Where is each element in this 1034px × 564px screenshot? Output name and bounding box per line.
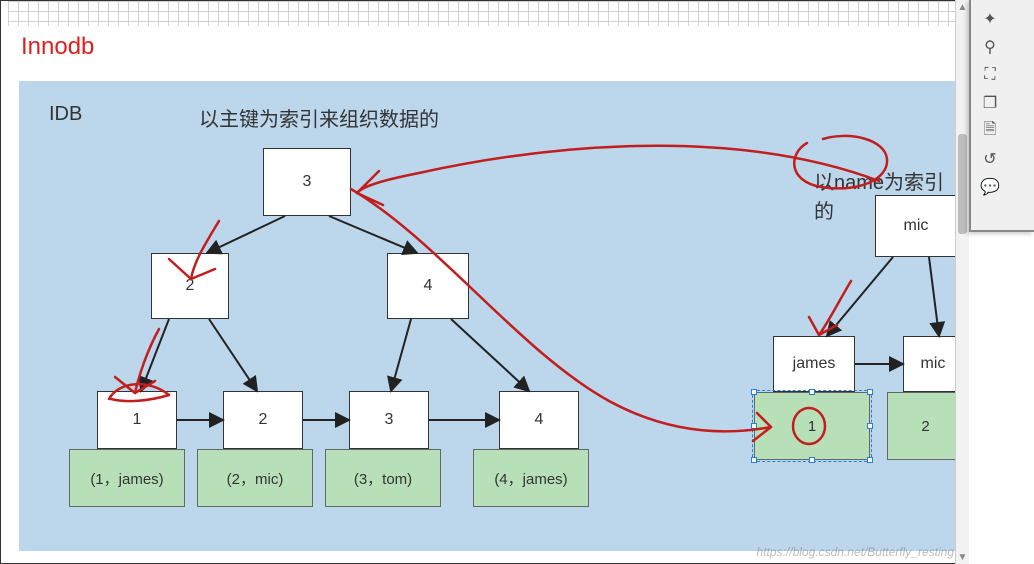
right-leaf-white-2[interactable]: mic bbox=[903, 336, 963, 392]
scroll-up[interactable]: ▲ bbox=[956, 0, 969, 14]
node-root-right[interactable]: mic bbox=[875, 195, 957, 257]
magnify-icon[interactable]: ⚲ bbox=[977, 34, 1003, 60]
scroll-thumb[interactable] bbox=[958, 134, 967, 234]
canvas: Innodb IDB 以主键为索引来组织数据的 以name为索引的 3 2 4 … bbox=[0, 0, 965, 564]
comment-icon[interactable]: 💬 bbox=[977, 174, 1003, 200]
node-label: 2 bbox=[259, 411, 268, 429]
node-l2-b[interactable]: 4 bbox=[387, 253, 469, 319]
fit-icon[interactable]: ⛶ bbox=[977, 62, 1003, 88]
idb-panel: IDB 以主键为索引来组织数据的 以name为索引的 3 2 4 1 2 3 4… bbox=[19, 81, 964, 551]
page-icon[interactable]: 🗎 bbox=[977, 118, 1003, 144]
grid-background bbox=[8, 1, 964, 26]
leaf-green-3[interactable]: (3，tom) bbox=[325, 449, 441, 507]
node-label: mic bbox=[921, 355, 946, 373]
right-leaf-white-1[interactable]: james bbox=[773, 336, 855, 392]
idb-label: IDB bbox=[49, 103, 82, 126]
leaf-white-2[interactable]: 2 bbox=[223, 391, 303, 449]
leaf-label: (3，tom) bbox=[354, 468, 412, 489]
node-root-left[interactable]: 3 bbox=[263, 148, 351, 216]
subtitle-primary-index: 以主键为索引来组织数据的 bbox=[199, 103, 439, 132]
leaf-green-2[interactable]: (2，mic) bbox=[197, 449, 313, 507]
scroll-track[interactable] bbox=[956, 14, 969, 550]
right-leaf-green-1[interactable]: 1 bbox=[754, 392, 870, 460]
leaf-label: 1 bbox=[808, 418, 816, 435]
layers-icon[interactable]: ❐ bbox=[977, 90, 1003, 116]
node-label: 4 bbox=[535, 411, 544, 429]
leaf-label: (4，james) bbox=[494, 468, 567, 489]
node-label: 3 bbox=[385, 411, 394, 429]
leaf-white-4[interactable]: 4 bbox=[499, 391, 579, 449]
node-label: mic bbox=[904, 217, 929, 235]
compass-icon[interactable]: ✦ bbox=[977, 6, 1003, 32]
leaf-label: (2，mic) bbox=[227, 468, 284, 489]
leaf-label: (1，james) bbox=[90, 468, 163, 489]
scroll-down[interactable]: ▼ bbox=[956, 550, 969, 564]
scrollbar-vertical[interactable]: ▲ ▼ bbox=[955, 0, 969, 564]
node-label: 1 bbox=[133, 411, 142, 429]
right-leaf-green-2[interactable]: 2 bbox=[887, 392, 964, 460]
leaf-white-3[interactable]: 3 bbox=[349, 391, 429, 449]
rotate-icon[interactable]: ↺ bbox=[977, 146, 1003, 172]
watermark: https://blog.csdn.net/Butterfly_resting bbox=[757, 545, 954, 559]
leaf-green-4[interactable]: (4，james) bbox=[473, 449, 589, 507]
leaf-white-1[interactable]: 1 bbox=[97, 391, 177, 449]
leaf-green-1[interactable]: (1，james) bbox=[69, 449, 185, 507]
node-label: 4 bbox=[424, 277, 433, 295]
leaf-label: 2 bbox=[921, 418, 929, 435]
right-toolbar: ✦ ⚲ ⛶ ❐ 🗎 ↺ 💬 bbox=[969, 0, 1034, 232]
title: Innodb bbox=[21, 33, 94, 61]
node-label: 3 bbox=[303, 173, 312, 191]
node-label: 2 bbox=[186, 277, 195, 295]
node-l2-a[interactable]: 2 bbox=[151, 253, 229, 319]
node-label: james bbox=[793, 355, 836, 373]
